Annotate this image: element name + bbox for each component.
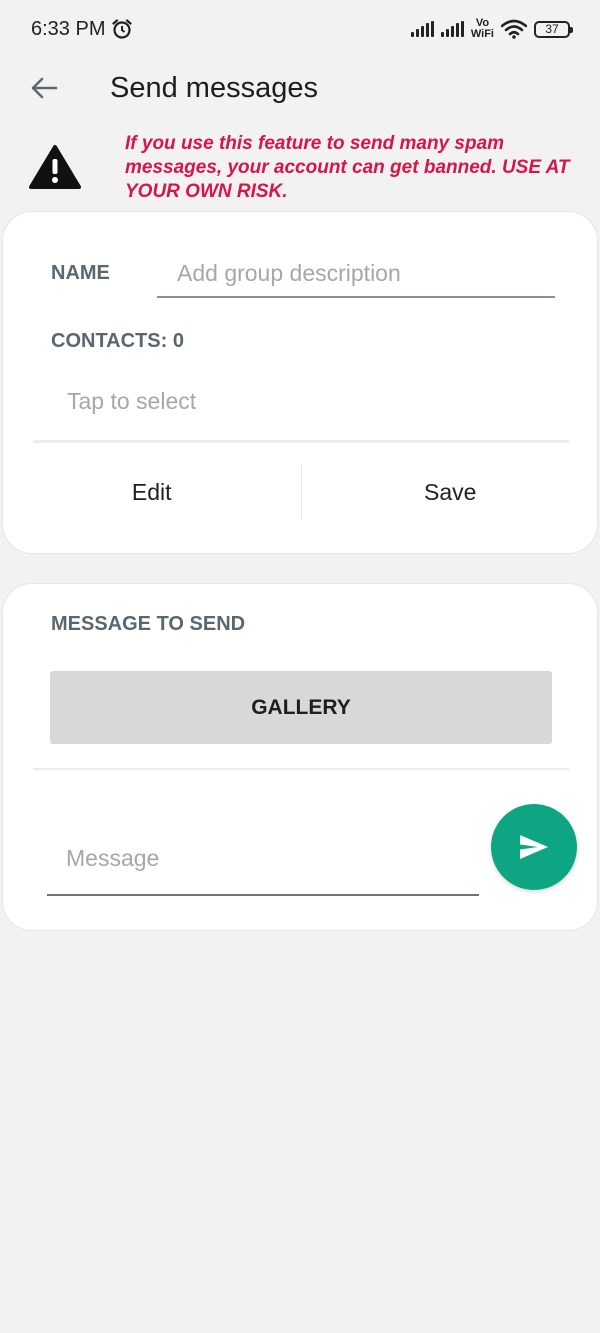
alarm-icon (112, 19, 133, 39)
vowifi-icon: Vo WiFi (471, 18, 494, 40)
signal-icon-2 (440, 21, 464, 37)
group-card: NAME CONTACTS: 0 Tap to select Edit Save (2, 211, 598, 554)
status-bar: 6:33 PM Vo WiFi 37 (0, 0, 600, 58)
battery-icon: 37 (534, 20, 573, 38)
app-bar: Send messages (0, 58, 600, 120)
group-actions: Edit Save (3, 460, 599, 524)
wifi-icon (501, 19, 527, 39)
divider (33, 440, 569, 443)
save-button[interactable]: Save (302, 460, 600, 524)
group-description-input[interactable] (157, 250, 555, 298)
status-time: 6:33 PM (31, 17, 106, 40)
name-label: NAME (51, 262, 110, 284)
contacts-label: CONTACTS: 0 (51, 330, 184, 352)
message-input[interactable] (47, 822, 479, 896)
vowifi-wifi: WiFi (470, 28, 494, 40)
send-icon (520, 835, 548, 859)
signal-icon (410, 21, 434, 37)
status-left: 6:33 PM (31, 18, 133, 41)
page-title: Send messages (110, 72, 318, 104)
status-right: Vo WiFi 37 (410, 18, 573, 40)
warning-icon (29, 145, 81, 189)
message-to-send-label: MESSAGE TO SEND (51, 613, 246, 635)
divider (33, 768, 569, 770)
gallery-button[interactable]: GALLERY (50, 671, 552, 744)
battery-level: 37 (545, 22, 559, 36)
arrow-left-icon (31, 77, 58, 99)
tap-to-select[interactable]: Tap to select (67, 388, 196, 415)
message-card: MESSAGE TO SEND GALLERY (2, 583, 598, 931)
back-button[interactable] (26, 70, 62, 106)
edit-button[interactable]: Edit (3, 460, 301, 524)
warning-banner: If you use this feature to send many spa… (0, 132, 600, 206)
warning-text: If you use this feature to send many spa… (125, 133, 570, 202)
send-button[interactable] (491, 804, 577, 890)
